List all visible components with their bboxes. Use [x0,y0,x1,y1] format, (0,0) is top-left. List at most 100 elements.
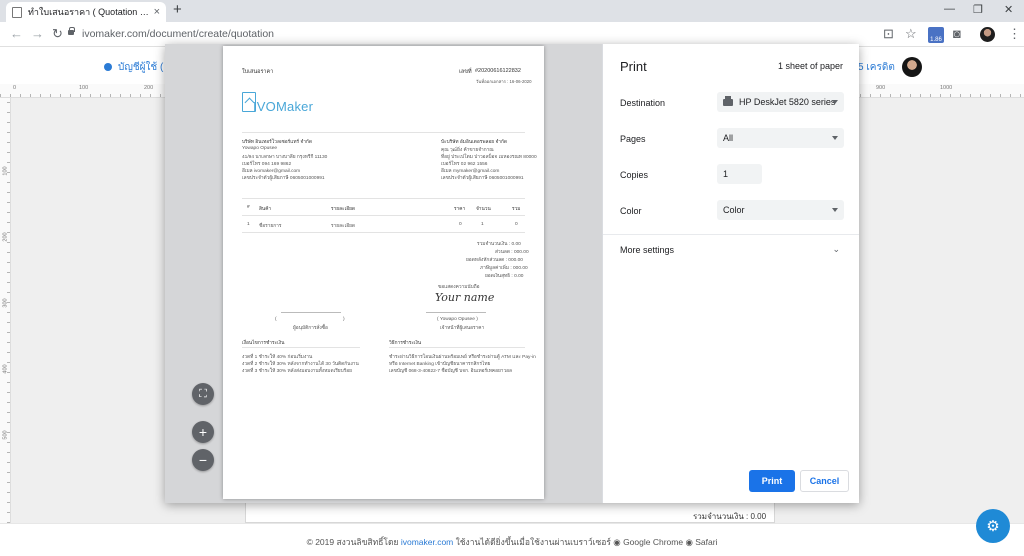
signer-name: ( Yowapo Opusee ) [437,317,478,322]
print-dialog: ใบเสนอราคา เลขที่ #20200616122832 วันที่… [165,44,859,503]
close-window-button[interactable]: ✕ [1004,3,1013,16]
ruler-label: 100 [2,166,9,176]
signature-line [426,312,486,313]
total-line: ยอดหลังหักส่วนลด : 000.00 [466,258,523,263]
divider [389,347,525,348]
table-cell: รายละเอียด [331,224,356,229]
print-title: Print [620,59,647,74]
gear-icon: ⚙ [986,518,1000,535]
tab-close-icon[interactable]: × [154,6,160,18]
extension-icon[interactable]: 1.86 [928,27,944,43]
ruler-label: 0 [13,85,17,91]
seller-line: บริษัท อินเทอร์โวลเซอร์แทร์ จำกัด [242,140,312,145]
terms-title: เงื่อนไขการชำระเงิน [242,341,285,346]
ruler-label: 300 [2,298,9,308]
site-avatar[interactable] [902,57,922,77]
divider [242,215,525,216]
print-settings-panel: Print 1 sheet of paper Destination HP De… [602,44,859,503]
back-icon[interactable]: ← [10,26,23,41]
bookmark-star-icon[interactable]: ☆ [905,26,917,42]
print-preview-area: ใบเสนอราคา เลขที่ #20200616122832 วันที่… [165,44,602,503]
company-logo: IVOMaker [253,99,314,114]
print-button[interactable]: Print [749,470,795,492]
ruler-label: 400 [2,364,9,374]
new-tab-button[interactable]: + [173,1,182,18]
plus-icon: + [198,424,208,440]
editor-total: รวมจำนวนเงิน : 0.00 [693,512,767,521]
sheet-count: 1 sheet of paper [777,61,843,71]
zoom-out-button[interactable]: − [192,449,214,471]
signature-line [281,312,341,313]
approver-paren: ( [275,317,277,322]
credit-link[interactable]: 5 เครดิต [858,60,895,75]
copies-input[interactable]: 1 [717,164,762,184]
minimize-button[interactable]: — [944,3,955,15]
translate-icon[interactable]: ⊡ [883,26,894,42]
buyer-line: บ้ะบริษัท อัมอินเตอรพลอย จำกัด [441,140,507,145]
ruler-label: 500 [2,430,9,440]
divider [242,132,525,133]
profile-avatar[interactable] [980,27,995,42]
divider [242,232,525,233]
zoom-in-button[interactable]: + [192,421,214,443]
lock-icon [68,27,75,35]
table-cell: 0 [459,222,462,227]
copies-label: Copies [620,170,649,180]
table-cell: ชื่อรายการ [259,224,282,229]
address-bar[interactable]: ivomaker.com/document/create/quotation [82,28,274,40]
pages-select[interactable]: All [717,128,844,148]
table-cell: 1 [481,222,484,227]
preview-page: ใบเสนอราคา เลขที่ #20200616122832 วันที่… [223,46,544,499]
table-cell: 0 [515,222,518,227]
total-line: ยอดเงินสุทธิ : 0.00 [485,274,524,279]
table-header: จำนวน [476,207,491,212]
ruler-label: 100 [79,85,89,91]
approver-role: ผู้อนุมัติการสั่งซื้อ [293,326,328,331]
terms-line: งวดที่ 3 ชำระให้ 30% หลังส่งมอบงานทั้งหม… [242,369,352,374]
table-cell: 1 [247,222,250,227]
browser-tab[interactable]: ทำใบเสนอราคา ( Quotation ) ออนไลน์ × [6,2,166,22]
footer-suffix: ใช้งานได้ดียิ่งขึ้นเมื่อใช้งานผ่านเบราว์… [453,537,718,547]
site-footer: © 2019 สงวนลิขสิทธิ์โดย ivomaker.com ใช้… [0,523,1024,556]
camera-icon[interactable]: ◙ [953,26,961,41]
dropdown-arrow-icon [832,100,838,104]
destination-select[interactable]: HP DeskJet 5820 series [717,92,844,112]
cancel-button[interactable]: Cancel [800,470,849,492]
total-line: ภาษีมูลค่าเพิ่ม : 000.00 [480,266,528,271]
settings-divider [603,234,859,235]
approver-paren: ) [343,317,345,322]
footer-prefix: © 2019 สงวนลิขสิทธิ์โดย [306,537,401,547]
table-header: สินค้า [259,207,272,212]
table-header: ราคา [454,207,466,212]
forward-icon[interactable]: → [31,26,44,41]
footer-link[interactable]: ivomaker.com [401,537,453,547]
ruler-label: 200 [144,85,154,91]
maximize-button[interactable]: ❐ [973,3,983,16]
browser-menu-icon[interactable]: ⋮ [1008,26,1021,42]
chevron-down-icon[interactable]: ⌄ [832,244,840,255]
seller-line: Yowapo Opusee [242,146,278,151]
fit-to-page-button[interactable]: ⛶ [192,383,214,405]
dropdown-arrow-icon [832,136,838,140]
reload-icon[interactable]: ↻ [52,26,63,42]
account-label: บัญชีผู้ใช้ ( [118,62,164,73]
user-icon [104,63,112,71]
doc-number-label: เลขที่ [459,69,472,75]
buyer-line: เลขประจำตัวผู้เสียภาษี 0605001000991 [441,176,524,181]
account-menu[interactable]: บัญชีผู้ใช้ ( [104,60,163,75]
dropdown-arrow-icon [832,208,838,212]
seller-line: เลขประจำตัวผู้เสียภาษี 0605001000991 [242,176,325,181]
footer-text: © 2019 สงวนลิขสิทธิ์โดย ivomaker.com ใช้… [0,535,1024,549]
ruler-label: 200 [2,232,9,242]
table-header: รายละเอียด [331,207,356,212]
doc-date: วันที่ออกเอกสาร : 16-06-2020 [476,79,532,84]
more-settings-toggle[interactable]: More settings [620,245,674,255]
settings-fab-button[interactable]: ⚙ [976,509,1010,543]
ruler-label: 900 [876,85,886,91]
tab-title: ทำใบเสนอราคา ( Quotation ) ออนไลน์ [28,7,150,17]
tab-strip: ทำใบเสนอราคา ( Quotation ) ออนไลน์ × + —… [0,0,1024,22]
signature-image: Your name [435,291,495,304]
pages-label: Pages [620,134,646,144]
document-favicon-icon [12,6,22,18]
color-select[interactable]: Color [717,200,844,220]
